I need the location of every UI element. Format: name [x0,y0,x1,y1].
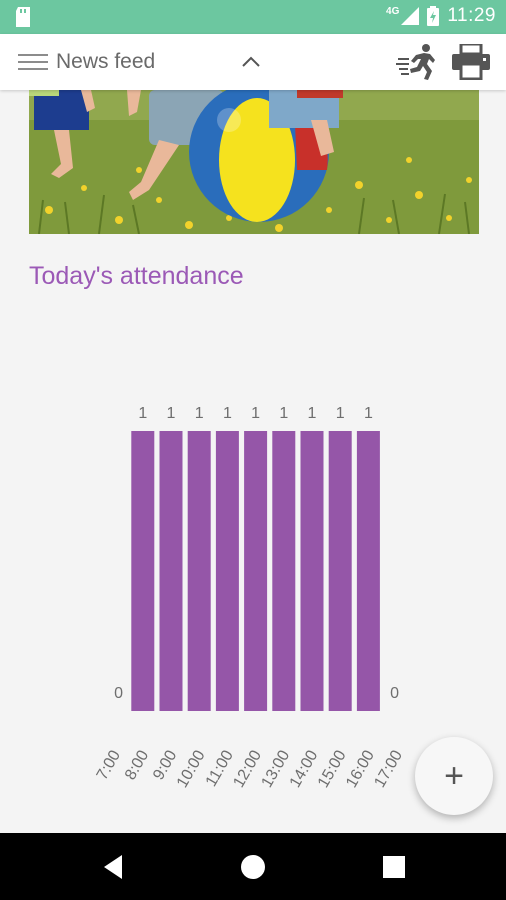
value-label-7:00: 0 [114,685,123,702]
hero-illustration [29,90,479,234]
value-label-16:00: 1 [364,405,373,422]
value-label-10:00: 1 [195,405,204,422]
battery-icon [427,6,440,26]
bar-9:00 [159,431,183,711]
tick-label-14:00: 14:00 [287,747,322,790]
value-label-8:00: 1 [138,405,147,422]
status-icons: 4G 11:29 [386,5,496,27]
bar-16:00 [356,431,380,711]
back-icon[interactable] [98,851,130,883]
value-label-9:00: 1 [167,405,176,422]
app-bar: News feed [0,34,506,90]
bar-15:00 [328,431,352,711]
value-label-15:00: 1 [336,405,345,422]
plus-icon: + [444,757,464,795]
running-person-icon[interactable] [396,42,436,82]
network-type: 4G [386,5,400,17]
hero-image [29,90,479,234]
value-label-14:00: 1 [308,405,317,422]
value-label-17:00: 0 [390,685,399,702]
menu-icon[interactable] [18,51,48,73]
value-label-11:00: 1 [223,405,232,422]
page-title[interactable]: News feed [56,50,155,74]
bar-14:00 [300,431,324,711]
tick-label-8:00: 8:00 [122,747,152,783]
tick-label-15:00: 15:00 [315,747,350,790]
status-bar: 4G 11:29 [0,0,506,34]
value-label-13:00: 1 [279,405,288,422]
bar-8:00 [131,431,155,711]
tick-label-7:00: 7:00 [94,747,124,783]
tick-label-17:00: 17:00 [371,747,406,790]
signal-icon [401,7,420,25]
attendance-title: Today's attendance [29,262,244,290]
recents-icon[interactable] [378,851,410,883]
bar-11:00 [215,431,239,711]
navigation-bar [0,833,506,900]
sd-card-icon [16,7,30,27]
tick-label-10:00: 10:00 [174,747,209,790]
home-icon[interactable] [237,851,269,883]
tick-label-13:00: 13:00 [259,747,294,790]
bar-10:00 [187,431,211,711]
chevron-up-icon[interactable] [240,52,262,72]
clock: 11:29 [447,5,496,26]
bar-12:00 [244,431,268,711]
value-label-12:00: 1 [251,405,260,422]
tick-label-16:00: 16:00 [343,747,378,790]
bar-13:00 [272,431,296,711]
add-button[interactable]: + [415,737,493,815]
print-icon[interactable] [452,44,490,80]
tick-label-12:00: 12:00 [230,747,265,790]
